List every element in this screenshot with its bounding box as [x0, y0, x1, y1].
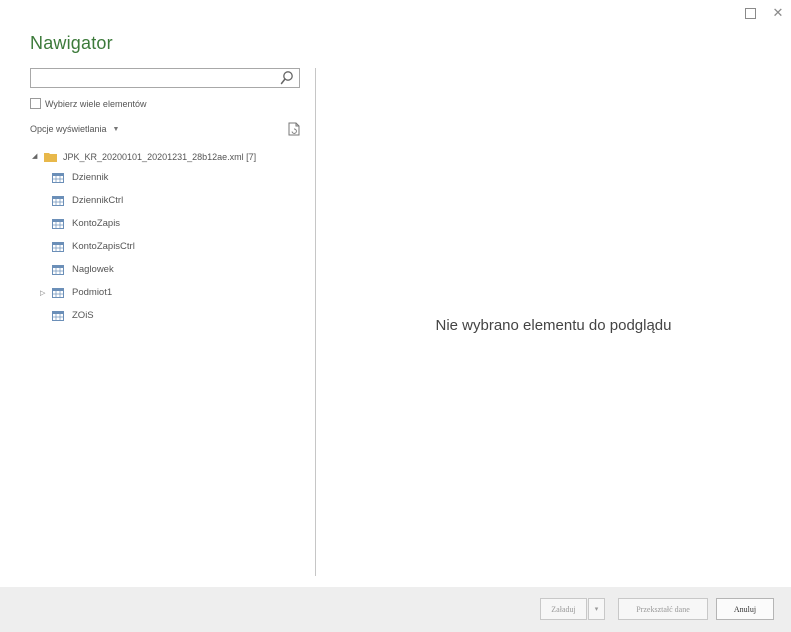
display-options-row: Opcje wyświetlania ▼: [30, 122, 302, 138]
search-icon[interactable]: [280, 70, 294, 86]
maximize-icon: [744, 8, 756, 19]
tree-item[interactable]: KontoZapis: [30, 212, 302, 235]
preview-empty-message: Nie wybrano elementu do podglądu: [435, 317, 672, 334]
transform-data-button[interactable]: Przekształć dane: [618, 598, 708, 620]
display-options-label: Opcje wyświetlania: [30, 124, 107, 134]
tree-item-label: Dziennik: [72, 172, 109, 183]
tree-root-file[interactable]: ◢ JPK_KR_20200101_20201231_28b12ae.xml […: [30, 148, 302, 166]
dialog-title: Nawigator: [30, 33, 113, 53]
tree-item-label: ZOiS: [72, 310, 94, 321]
search-input[interactable]: [35, 70, 279, 88]
left-pane: Wybierz wiele elementów Opcje wyświetlan…: [30, 68, 302, 576]
tree-item[interactable]: Naglowek: [30, 258, 302, 281]
table-icon: [52, 195, 64, 206]
maximize-button[interactable]: [743, 6, 757, 20]
close-icon: ✕: [772, 5, 784, 20]
tree-item[interactable]: KontoZapisCtrl: [30, 235, 302, 258]
chevron-down-icon: ▼: [112, 125, 120, 133]
tree-item-label: Podmiot1: [72, 287, 113, 298]
tree-item[interactable]: ▷ Podmiot1: [30, 281, 302, 304]
search-box[interactable]: [30, 68, 300, 88]
folder-icon: [44, 153, 57, 162]
multi-select-checkbox[interactable]: [30, 98, 41, 109]
tree-items: Dziennik DziennikCtrl KontoZapis KontoZapis…: [30, 166, 302, 327]
table-icon: [52, 241, 64, 252]
table-icon: [52, 264, 64, 275]
collapse-arrow-icon[interactable]: ◢: [32, 153, 38, 160]
multi-select-option[interactable]: Wybierz wiele elementów: [30, 98, 146, 109]
display-options-dropdown[interactable]: Opcje wyświetlania ▼: [30, 124, 119, 134]
window-controls: ✕: [743, 6, 785, 20]
tree-item[interactable]: ZOiS: [30, 304, 302, 327]
tree-item[interactable]: DziennikCtrl: [30, 189, 302, 212]
tree-item-label: Naglowek: [72, 264, 114, 275]
table-icon: [52, 218, 64, 229]
multi-select-label: Wybierz wiele elementów: [45, 98, 147, 109]
tree-item-label: KontoZapisCtrl: [72, 241, 135, 252]
table-icon: [52, 172, 64, 183]
refresh-icon[interactable]: [288, 122, 300, 136]
tree-item-label: DziennikCtrl: [72, 195, 124, 206]
load-button[interactable]: Załaduj: [540, 598, 587, 620]
footer-bar: Załaduj ▾ Przekształć dane Anuluj: [0, 587, 791, 632]
cancel-button[interactable]: Anuluj: [716, 598, 774, 620]
tree-item-label: KontoZapis: [72, 218, 121, 229]
load-dropdown-button[interactable]: ▾: [588, 598, 605, 620]
close-button[interactable]: ✕: [771, 6, 785, 20]
table-icon: [52, 310, 64, 321]
navigator-dialog: ✕ Nawigator Wybierz wiele elementów Opcj…: [0, 0, 791, 632]
navigator-tree: ◢ JPK_KR_20200101_20201231_28b12ae.xml […: [30, 148, 302, 327]
tree-item[interactable]: Dziennik: [30, 166, 302, 189]
table-icon: [52, 287, 64, 298]
expand-arrow-icon[interactable]: ▷: [40, 289, 45, 297]
tree-root-label: JPK_KR_20200101_20201231_28b12ae.xml [7]: [63, 152, 257, 162]
